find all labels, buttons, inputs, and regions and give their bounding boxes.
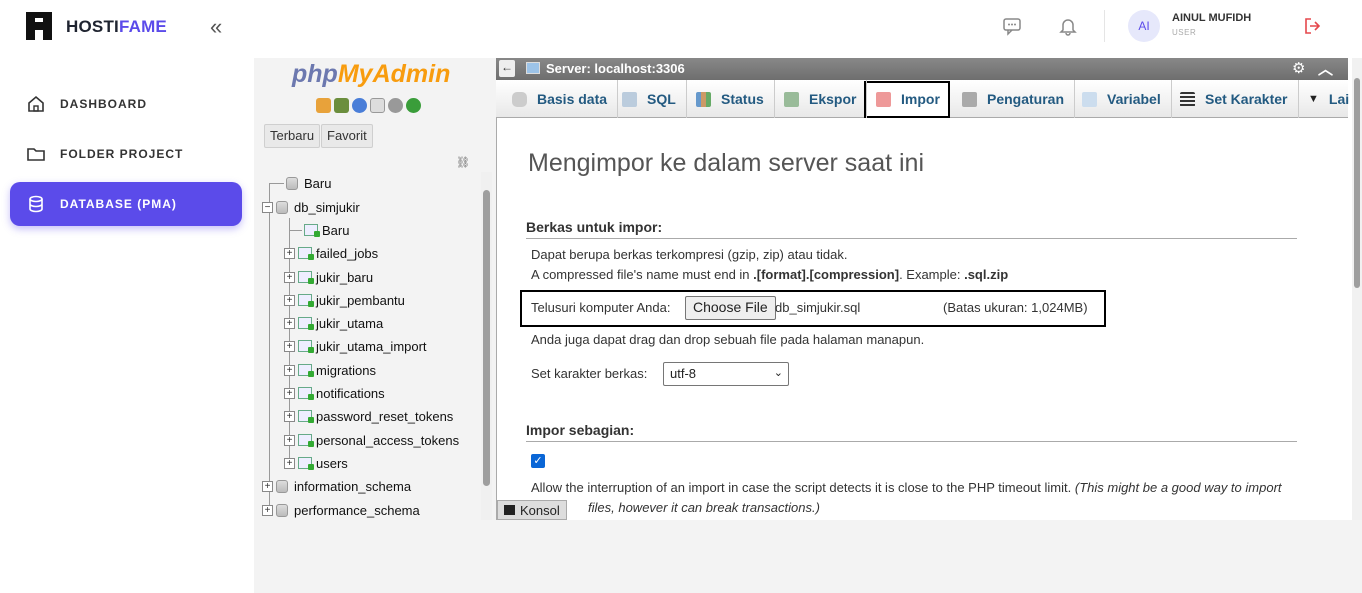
chevron-down-icon: ⌄ [773,367,783,379]
tree-table[interactable]: + jukir_baru [284,267,373,287]
section-file-heading: Berkas untuk impor: [526,219,1297,239]
console-icon [504,505,515,515]
variable-icon [1082,91,1097,107]
compression-note: Dapat berupa berkas terkompresi (gzip, z… [531,247,848,262]
import-icon [876,91,891,107]
folder-icon [27,148,45,161]
charset-select[interactable]: utf-8 ⌄ [663,362,789,386]
sidebar-item-database-pma[interactable]: DATABASE (PMA) [10,182,242,226]
tree-table[interactable]: + failed_jobs [284,243,378,263]
collapse-sidebar-icon[interactable]: « [210,14,222,40]
export-icon [784,91,799,107]
tree-database[interactable]: + performance_schema [262,500,420,520]
allow-interrupt-checkbox[interactable]: ✓ [531,454,545,468]
tab-set-karakter[interactable]: Set Karakter [1170,80,1299,118]
tree-table[interactable]: + jukir_utama [284,313,383,333]
bell-icon[interactable] [1058,16,1078,36]
recent-button[interactable]: Terbaru [264,124,321,148]
logout-icon[interactable] [1302,16,1322,36]
home-icon [28,95,44,112]
tab-sql[interactable]: SQL [612,80,687,118]
database-icon [29,195,43,213]
tree-database[interactable]: − db_simjukir [262,197,360,217]
tree-table[interactable]: + password_reset_tokens [284,406,453,426]
wrench-icon [962,91,977,107]
tree-new-table[interactable]: Baru [290,220,349,240]
chevron-down-icon: ▼ [1308,93,1319,105]
console-button[interactable]: Konsol [497,500,567,520]
server-breadcrumb[interactable]: Server: localhost:3306 [546,61,685,76]
sidebar-item-label: DASHBOARD [60,97,147,111]
home-icon[interactable] [316,98,331,113]
server-icon [526,62,540,74]
phpmyadmin-logo[interactable]: phpMyAdmin [292,60,450,89]
tree-table[interactable]: + jukir_utama_import [284,336,427,356]
tree-table[interactable]: + notifications [284,383,385,403]
favorites-button[interactable]: Favorit [321,124,373,148]
docs-icon[interactable] [370,98,385,113]
status-icon [696,91,711,107]
tab-ekspor[interactable]: Ekspor [774,80,868,118]
tab-more[interactable]: ▼ Lai [1298,80,1359,118]
link-icon[interactable]: ⛓ [456,156,470,169]
charset-icon [1180,91,1195,107]
collapse-icon[interactable]: ︿ [1318,58,1333,79]
drag-drop-note: Anda juga dapat drag dan drop sebuah fil… [531,332,925,347]
allow-interrupt-note: files, however it can break transactions… [588,500,820,515]
gear-icon[interactable]: ⚙ [1292,59,1305,77]
chat-icon[interactable] [1002,16,1022,36]
tab-status[interactable]: Status [686,80,775,118]
page-title: Mengimpor ke dalam server saat ini [528,149,924,177]
compression-example: A compressed file's name must end in .[f… [531,267,1009,282]
help-icon[interactable] [352,98,367,113]
tab-basis-data[interactable]: Basis data [502,80,619,118]
tree-table[interactable]: + personal_access_tokens [284,430,459,450]
back-arrow-icon[interactable]: ← [499,60,515,77]
tree-database[interactable]: + information_schema [262,476,411,496]
pma-main-panel [496,58,1352,520]
charset-label: Set karakter berkas: [531,366,648,381]
reload-icon[interactable] [406,98,421,113]
section-partial-heading: Impor sebagian: [526,422,1297,442]
gear-icon[interactable] [388,98,403,113]
max-size-note: (Batas ukuran: 1,024MB) [943,300,1088,315]
user-name: AINUL MUFIDH [1172,12,1252,24]
sql-icon [622,91,637,107]
tree-table[interactable]: + users [284,453,348,473]
tree-table[interactable]: + migrations [284,360,376,380]
choose-file-button[interactable]: Choose File [685,296,776,320]
topbar-divider [1104,10,1105,42]
selected-file-name: db_simjukir.sql [775,300,861,315]
sidebar-item-label: DATABASE (PMA) [60,197,177,211]
allow-interrupt-text: Allow the interruption of an import in c… [531,480,1282,495]
hostifame-logo-icon [26,12,52,40]
tab-pengaturan[interactable]: Pengaturan [952,80,1076,118]
nav-scrollbar-thumb[interactable] [483,190,490,486]
pma-quick-icons [316,98,421,113]
tree-new-database[interactable]: Baru [270,173,331,193]
server-breadcrumb-bar: ← Server: localhost:3306 ⚙ ︿ [496,58,1348,80]
sidebar-item-label: FOLDER PROJECT [60,147,184,161]
database-icon [512,91,527,107]
tab-variabel[interactable]: Variabel [1072,80,1172,118]
sidebar-item-dashboard[interactable]: DASHBOARD [10,82,242,126]
logout-icon[interactable] [334,98,349,113]
brand-name: HOSTIFAME [66,17,167,36]
tree-table[interactable]: + jukir_pembantu [284,290,405,310]
main-scrollbar-thumb[interactable] [1354,78,1360,288]
sidebar-item-folder-project[interactable]: FOLDER PROJECT [10,132,242,176]
browse-label: Telusuri komputer Anda: [531,300,671,315]
avatar[interactable]: AI [1128,10,1160,42]
tab-impor[interactable]: Impor [866,80,950,118]
user-role: USER [1172,28,1197,37]
